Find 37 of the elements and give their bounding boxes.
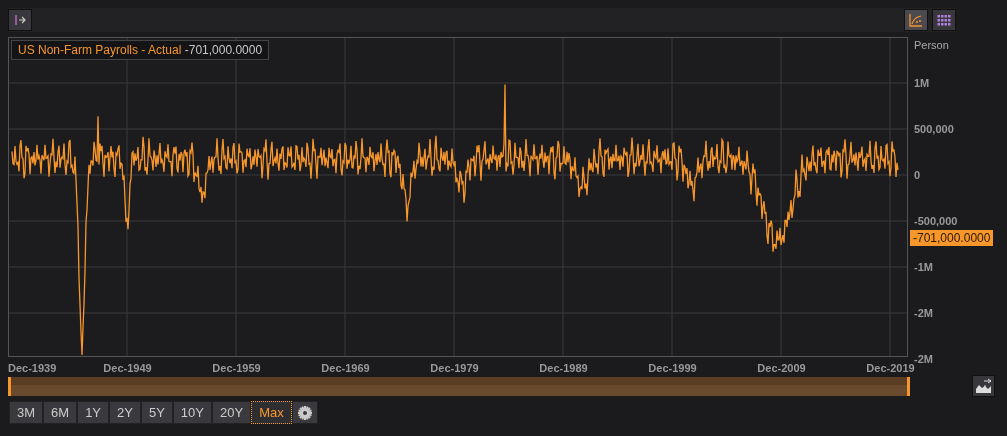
- x-axis-label: Dec-2009: [757, 362, 806, 374]
- range-button[interactable]: 6M: [43, 401, 78, 424]
- y-axis-label: -500,000: [914, 215, 958, 227]
- x-axis-label: Dec-1959: [212, 362, 261, 374]
- line-chart-icon: [909, 13, 923, 27]
- settings-button[interactable]: [291, 401, 318, 424]
- area-chart-export-icon: [974, 378, 993, 394]
- y-axis-label: 1M: [914, 77, 930, 89]
- range-button[interactable]: 1Y: [77, 401, 110, 424]
- x-axis-label: Dec-1939: [8, 362, 57, 374]
- range-button[interactable]: 3M: [9, 401, 44, 424]
- x-axis-label: Dec-1999: [648, 362, 697, 374]
- range-button[interactable]: Max: [251, 401, 292, 424]
- table-view-button[interactable]: [932, 9, 956, 31]
- x-axis-label: Dec-1969: [321, 362, 370, 374]
- collapse-arrow-icon: [14, 14, 26, 26]
- axis-unit-label: Person: [913, 38, 950, 53]
- x-axis-label: Dec-1979: [430, 362, 479, 374]
- y-axis-label: -2M: [914, 307, 933, 319]
- chart-view-button[interactable]: [904, 9, 928, 31]
- range-button[interactable]: 10Y: [172, 401, 212, 424]
- y-axis-label: -1M: [914, 261, 933, 273]
- gear-icon: [297, 405, 312, 420]
- x-axis-label: Dec-1949: [103, 362, 152, 374]
- range-button[interactable]: 5Y: [140, 401, 173, 424]
- chart-export-button[interactable]: [972, 375, 995, 397]
- y-axis-label: -2M: [914, 353, 933, 365]
- range-button[interactable]: 20Y: [212, 401, 252, 424]
- y-axis-label: 0: [914, 169, 921, 181]
- collapse-panel-button[interactable]: [8, 9, 32, 31]
- x-axis-label: Dec-2019: [866, 362, 915, 374]
- grid-icon: [937, 14, 951, 26]
- last-value-tag: -701,000.0000: [910, 230, 994, 246]
- y-axis-label: 500,000: [914, 123, 954, 135]
- x-axis-label: Dec-1989: [539, 362, 588, 374]
- range-button[interactable]: 2Y: [109, 401, 141, 424]
- series-legend: US Non-Farm Payrolls - Actual -701,000.0000: [11, 40, 270, 60]
